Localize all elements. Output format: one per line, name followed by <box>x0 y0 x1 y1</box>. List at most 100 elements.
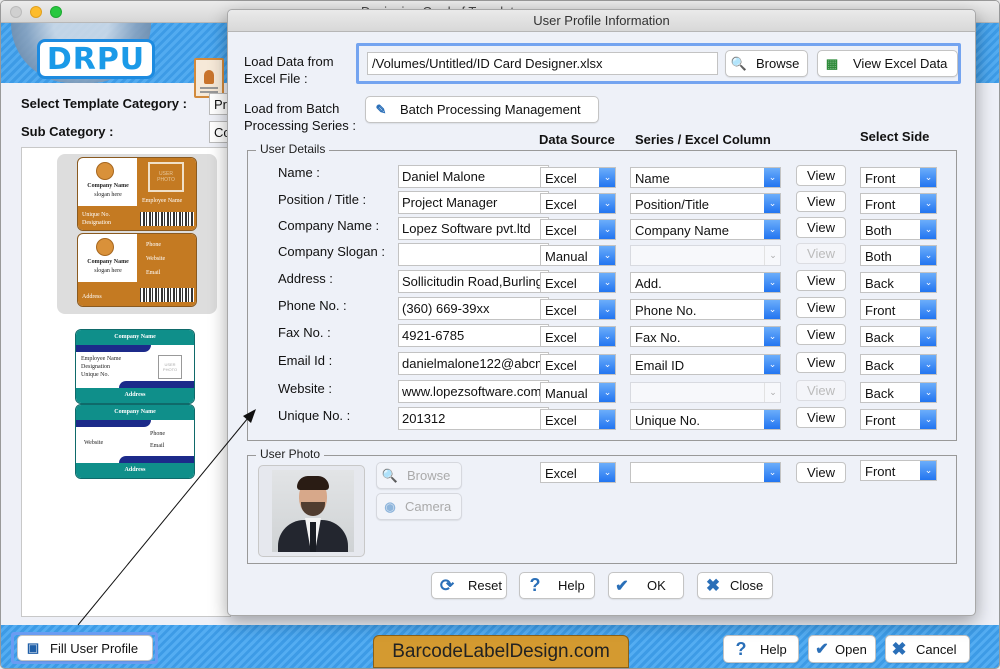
user-photo-placeholder: USER PHOTO <box>148 162 184 192</box>
help-icon: ? <box>735 638 747 659</box>
field-label: Position / Title : <box>278 192 367 207</box>
data-source-select[interactable]: Excel ⌄ <box>540 193 616 214</box>
user-profile-icon: ▣ <box>26 640 40 655</box>
side-select[interactable]: Both ⌄ <box>860 219 937 240</box>
side-select[interactable]: Back ⌄ <box>860 272 937 293</box>
side-select[interactable]: Back ⌄ <box>860 354 937 375</box>
field-view-button[interactable]: View <box>796 191 846 212</box>
close-window-button[interactable] <box>10 6 22 18</box>
user-detail-row: Email Id : Excel⌄ Email ID⌄ View Back⌄ <box>248 352 956 378</box>
excel-browse-button[interactable]: 🔍 Browse <box>725 50 808 77</box>
field-view-button[interactable]: View <box>796 270 846 291</box>
field-view-button[interactable]: View <box>796 407 846 428</box>
template-card-front: Company Name slogan here USER PHOTO Empl… <box>77 157 197 231</box>
chevron-down-icon: ⌄ <box>599 355 615 374</box>
excel-column-select[interactable]: ⌄ <box>630 245 781 266</box>
data-source-select[interactable]: Excel ⌄ <box>540 409 616 430</box>
field-value-input[interactable] <box>398 270 549 293</box>
edit-document-icon: ✎ <box>375 101 387 117</box>
side-select[interactable]: Back ⌄ <box>860 382 937 403</box>
field-view-button[interactable]: View <box>796 324 846 345</box>
excel-column-select[interactable]: Phone No. ⌄ <box>630 299 781 320</box>
template-text: Company Name <box>76 330 194 345</box>
ok-label: OK <box>647 578 666 593</box>
excel-column-select[interactable]: Unique No. ⌄ <box>630 409 781 430</box>
template-text: Email <box>150 443 165 449</box>
photo-browse-button[interactable]: 🔍 Browse <box>376 462 462 489</box>
user-photo-frame[interactable] <box>258 465 365 557</box>
field-view-button[interactable]: View <box>796 217 846 238</box>
photo-view-button[interactable]: View <box>796 462 846 483</box>
side-select[interactable]: Front ⌄ <box>860 167 937 188</box>
main-help-button[interactable]: ? Help <box>723 635 799 663</box>
checkmark-icon: ✔ <box>815 641 829 658</box>
field-value-input[interactable] <box>398 243 549 266</box>
camera-button[interactable]: ◉ Camera <box>376 493 462 520</box>
excel-column-select[interactable]: Position/Title ⌄ <box>630 193 781 214</box>
field-value-input[interactable] <box>398 380 549 403</box>
view-excel-data-button[interactable]: ▦ View Excel Data <box>817 50 958 77</box>
field-label: Email Id : <box>278 353 333 368</box>
side-select[interactable]: Both ⌄ <box>860 245 937 266</box>
template-text: Employee Name <box>142 198 183 204</box>
excel-column-select[interactable]: ⌄ <box>630 382 781 403</box>
company-logo-icon <box>96 238 114 256</box>
close-button[interactable]: ✖ Close <box>697 572 773 599</box>
excel-column-select[interactable]: Fax No. ⌄ <box>630 326 781 347</box>
user-detail-row: Phone No. : Excel⌄ Phone No.⌄ View Front⌄ <box>248 297 956 323</box>
photo-side-select[interactable]: Front ⌄ <box>860 460 937 481</box>
template-card-back: Company Name Website Phone Email Address <box>75 404 195 479</box>
field-value-input[interactable] <box>398 352 549 375</box>
field-value-input[interactable] <box>398 165 549 188</box>
side-select[interactable]: Front ⌄ <box>860 409 937 430</box>
photo-data-source-select[interactable]: Excel ⌄ <box>540 462 616 483</box>
barcode-graphic <box>140 212 194 226</box>
chevron-down-icon: ⌄ <box>920 220 936 239</box>
field-value-input[interactable] <box>398 217 549 240</box>
chevron-down-icon: ⌄ <box>599 463 615 482</box>
excel-column-select[interactable]: Add. ⌄ <box>630 272 781 293</box>
excel-column-select[interactable]: Company Name ⌄ <box>630 219 781 240</box>
photo-column-select[interactable]: ⌄ <box>630 462 781 483</box>
side-select[interactable]: Front ⌄ <box>860 193 937 214</box>
data-source-select[interactable]: Excel ⌄ <box>540 272 616 293</box>
side-select[interactable]: Front ⌄ <box>860 299 937 320</box>
data-source-select[interactable]: Excel ⌄ <box>540 219 616 240</box>
data-source-select[interactable]: Manual ⌄ <box>540 245 616 266</box>
cancel-button[interactable]: ✖ Cancel <box>885 635 970 663</box>
user-photo-legend: User Photo <box>256 447 325 461</box>
field-view-button[interactable]: View <box>796 243 846 264</box>
fill-user-profile-button[interactable]: ▣ Fill User Profile <box>17 635 153 661</box>
excel-path-input[interactable] <box>367 52 718 75</box>
chevron-down-icon: ⌄ <box>764 410 780 429</box>
field-view-button[interactable]: View <box>796 380 846 401</box>
data-source-select[interactable]: Excel ⌄ <box>540 354 616 375</box>
data-source-select[interactable]: Excel ⌄ <box>540 167 616 188</box>
field-value-input[interactable] <box>398 324 549 347</box>
side-select[interactable]: Back ⌄ <box>860 326 937 347</box>
excel-column-select[interactable]: Name ⌄ <box>630 167 781 188</box>
excel-column-select[interactable]: Email ID ⌄ <box>630 354 781 375</box>
template-text: Address <box>76 463 194 478</box>
field-value-input[interactable] <box>398 297 549 320</box>
minimize-window-button[interactable] <box>30 6 42 18</box>
reset-button[interactable]: ⟳ Reset <box>431 572 507 599</box>
template-text: Phone <box>150 431 165 437</box>
chevron-down-icon: ⌄ <box>920 327 936 346</box>
template-item-selected[interactable]: Company Name slogan here USER PHOTO Empl… <box>57 154 217 314</box>
data-source-select[interactable]: Excel ⌄ <box>540 299 616 320</box>
chevron-down-icon: ⌄ <box>764 383 780 402</box>
data-source-select[interactable]: Manual ⌄ <box>540 382 616 403</box>
folder-search-icon: 🔍 <box>730 55 748 71</box>
field-view-button[interactable]: View <box>796 352 846 373</box>
data-source-select[interactable]: Excel ⌄ <box>540 326 616 347</box>
field-value-input[interactable] <box>398 407 549 430</box>
dialog-help-button[interactable]: ? Help <box>519 572 595 599</box>
ok-button[interactable]: ✔ OK <box>608 572 684 599</box>
field-view-button[interactable]: View <box>796 297 846 318</box>
maximize-window-button[interactable] <box>50 6 62 18</box>
batch-processing-button[interactable]: ✎ Batch Processing Management <box>365 96 599 123</box>
open-button[interactable]: ✔ Open <box>808 635 876 663</box>
field-view-button[interactable]: View <box>796 165 846 186</box>
field-value-input[interactable] <box>398 191 549 214</box>
